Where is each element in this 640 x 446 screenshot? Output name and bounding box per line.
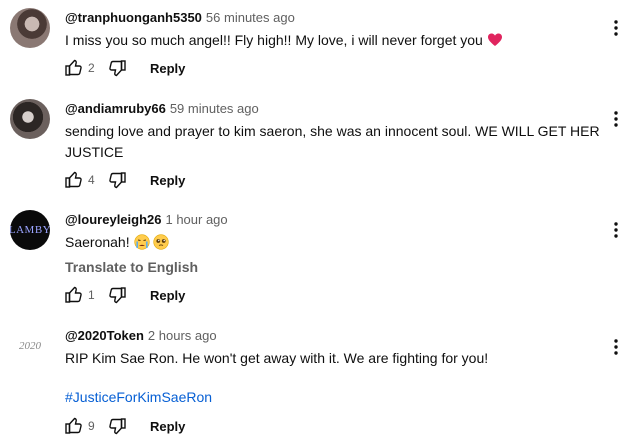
pleading-face-emoji <box>153 234 169 256</box>
avatar[interactable] <box>10 8 50 48</box>
avatar[interactable]: 2020 <box>10 326 50 366</box>
comment-header: @2020Token 2 hours ago <box>65 328 217 344</box>
avatar-text: LAMBY <box>10 224 50 236</box>
comment-header: @loureyleigh26 1 hour ago <box>65 212 228 228</box>
reply-button[interactable]: Reply <box>150 61 185 76</box>
thumbs-down-icon[interactable] <box>106 57 128 79</box>
translate-link[interactable]: Translate to English <box>65 259 198 275</box>
avatar[interactable] <box>10 99 50 139</box>
author-handle[interactable]: @2020Token <box>65 328 144 343</box>
reply-button[interactable]: Reply <box>150 288 185 303</box>
comment-actions: 9 Reply <box>63 414 185 438</box>
comment-actions: 1 Reply <box>63 283 185 307</box>
comment-text: RIP Kim Sae Ron. He won't get away with … <box>65 350 489 366</box>
red-heart-emoji <box>487 32 503 54</box>
thumbs-up-icon[interactable] <box>63 415 85 437</box>
avatar[interactable]: LAMBY <box>10 210 50 250</box>
avatar-text: 2020 <box>19 340 41 352</box>
comment-text: I miss you so much angel!! Fly high!! My… <box>65 30 605 54</box>
thumbs-up-icon[interactable] <box>63 57 85 79</box>
more-vert-icon[interactable] <box>608 17 624 39</box>
more-vert-icon[interactable] <box>608 219 624 241</box>
thumbs-down-icon[interactable] <box>106 284 128 306</box>
reply-button[interactable]: Reply <box>150 173 185 188</box>
author-handle[interactable]: @loureyleigh26 <box>65 212 161 227</box>
comment-time[interactable]: 56 minutes ago <box>206 10 295 25</box>
comment-actions: 4 Reply <box>63 168 185 192</box>
author-handle[interactable]: @andiamruby66 <box>65 101 166 116</box>
like-count: 9 <box>88 419 95 433</box>
comment-time[interactable]: 59 minutes ago <box>170 101 259 116</box>
thumbs-down-icon[interactable] <box>106 169 128 191</box>
thumbs-down-icon[interactable] <box>106 415 128 437</box>
comment-actions: 2 Reply <box>63 56 185 80</box>
more-vert-icon[interactable] <box>608 108 624 130</box>
like-count: 2 <box>88 61 95 75</box>
comment-text: Saeronah! <box>65 232 605 256</box>
like-count: 1 <box>88 288 95 302</box>
comment-header: @tranphuonganh5350 56 minutes ago <box>65 10 295 26</box>
author-handle[interactable]: @tranphuonganh5350 <box>65 10 202 25</box>
hashtag-link[interactable]: #JusticeForKimSaeRon <box>65 389 212 405</box>
reply-button[interactable]: Reply <box>150 419 185 434</box>
like-count: 4 <box>88 173 95 187</box>
comment-time[interactable]: 2 hours ago <box>148 328 217 343</box>
thumbs-up-icon[interactable] <box>63 169 85 191</box>
comment-time[interactable]: 1 hour ago <box>165 212 227 227</box>
crying-face-emoji <box>133 234 150 256</box>
thumbs-up-icon[interactable] <box>63 284 85 306</box>
comment-text: sending love and prayer to kim saeron, s… <box>65 123 600 160</box>
comment-header: @andiamruby66 59 minutes ago <box>65 101 259 117</box>
more-vert-icon[interactable] <box>608 336 624 358</box>
